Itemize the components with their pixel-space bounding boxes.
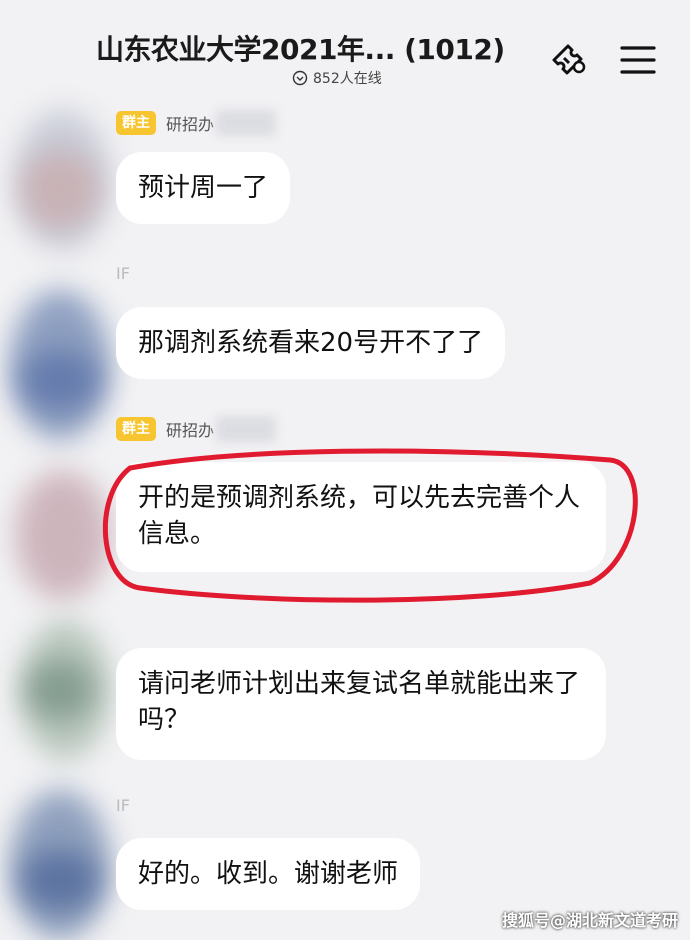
message-text: 好的。收到。谢谢老师 bbox=[138, 859, 399, 889]
online-count: 852人在线 bbox=[313, 71, 382, 87]
if-mark: IF bbox=[116, 796, 130, 815]
chat-header: 山东农业大学2021年... (1012) 852人在线 bbox=[0, 0, 690, 100]
message-bubble[interactable]: 那调剂系统看来20号开不了了 bbox=[116, 307, 506, 379]
message-bubble[interactable]: 请问老师计划出来复试名单就能出来了吗？ bbox=[116, 648, 606, 760]
red-circle-annotation bbox=[102, 448, 638, 603]
redacted-name bbox=[216, 110, 277, 136]
watermark: 搜狐号@湖北新文道考研 bbox=[501, 911, 678, 930]
online-status[interactable]: 852人在线 bbox=[292, 68, 382, 88]
message-text: 请问老师计划出来复试名单就能出来了吗？ bbox=[138, 669, 581, 735]
chevron-circle-icon bbox=[292, 70, 308, 86]
message-text: 预计周一了 bbox=[138, 173, 269, 203]
menu-icon bbox=[620, 46, 656, 74]
message-bubble[interactable]: 好的。收到。谢谢老师 bbox=[116, 838, 421, 910]
ticket-icon bbox=[552, 44, 586, 75]
message-bubble[interactable]: 预计周一了 bbox=[116, 152, 291, 224]
if-mark: IF bbox=[116, 264, 130, 283]
sender-name[interactable]: 研招办 bbox=[166, 111, 214, 135]
message-text: 那调剂系统看来20号开不了了 bbox=[138, 328, 484, 358]
menu-button[interactable] bbox=[616, 38, 660, 82]
ticket-button[interactable] bbox=[548, 38, 592, 82]
sender-row: 群主 研招办 bbox=[116, 110, 277, 136]
group-title[interactable]: 山东农业大学2021年... (1012) bbox=[96, 28, 526, 68]
owner-badge: 群主 bbox=[116, 111, 156, 135]
